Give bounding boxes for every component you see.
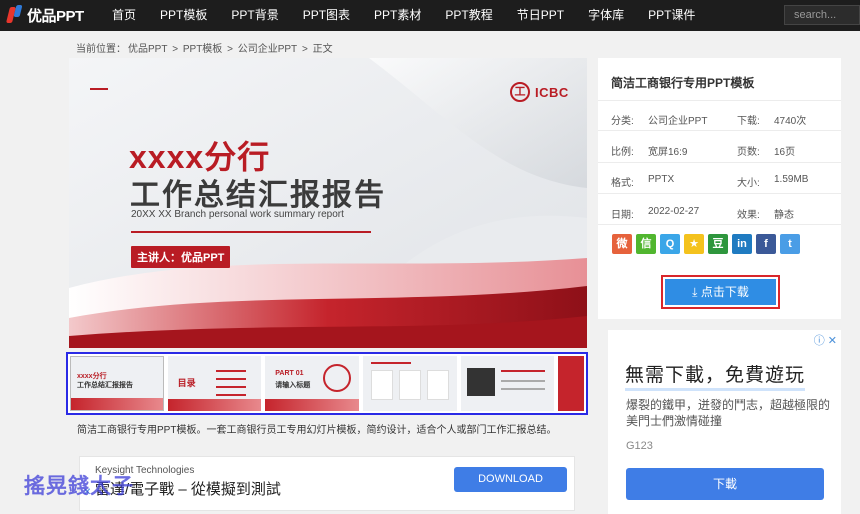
icbc-logo: 工 ICBC [510,82,569,102]
top-navbar: 优品PPT 首页 PPT模板 PPT背景 PPT图表 PPT素材 PPT教程 节… [0,0,860,31]
template-description: 简洁工商银行专用PPT模板。一套工商银行员工专用幻灯片模板，简约设计，适合个人或… [77,425,557,436]
download-button-highlight: ⤓ 点击下载 [661,275,780,309]
share-buttons: 微 信 Q ★ 豆 in f t [612,234,800,254]
nav-item-ppt-courseware[interactable]: PPT课件 [636,0,707,31]
breadcrumb: 当前位置： 优品PPT > PPT模板 > 公司企业PPT > 正文 [76,40,335,55]
twitter-icon[interactable]: t [780,234,800,254]
thumbnail-2[interactable]: 目录 [167,356,262,411]
thumbnail-6[interactable] [558,356,585,411]
logo-mark-icon [6,5,24,25]
ad-download-button[interactable]: DOWNLOAD [454,467,567,492]
breadcrumb-sep: > [301,44,308,55]
qq-icon[interactable]: Q [660,234,680,254]
thumbnail-strip: xxxx分行 工作总结汇报报告 目录 PART 01 请输入标题 [66,352,588,415]
slide-preview[interactable]: 工 ICBC xxxx分行 工作总结汇报报告 20XX XX Branch pe… [69,58,587,348]
slide-presenter-badge: 主讲人：优品PPT [131,246,231,268]
ad-info-icon[interactable]: ⓘ ✕ [814,332,837,348]
nav-item-ppt-templates[interactable]: PPT模板 [148,0,219,31]
breadcrumb-ppt-templates[interactable]: PPT模板 [183,44,222,55]
icbc-logo-text: ICBC [535,84,569,100]
thumb2-toc: 目录 [177,378,196,388]
icbc-emblem-icon: 工 [510,82,530,102]
ad-right-advertiser: G123 [626,440,653,452]
thumb1-title-main: 工作总结汇报报告 [77,382,133,389]
nav-item-home[interactable]: 首页 [100,0,148,31]
linkedin-icon[interactable]: in [732,234,752,254]
download-icon: ⤓ [692,285,701,299]
thumb3-part: PART 01 [275,370,304,377]
breadcrumb-prefix: 当前位置： [76,44,126,55]
slide-subtitle-en: 20XX XX Branch personal work summary rep… [131,209,344,220]
nav-item-ppt-backgrounds[interactable]: PPT背景 [219,0,290,31]
thumbnail-4[interactable] [362,356,457,411]
weibo-icon[interactable]: 微 [612,234,632,254]
thumb5-image [466,368,495,396]
facebook-icon[interactable]: f [756,234,776,254]
breadcrumb-sep: > [172,44,179,55]
breadcrumb-current: 正文 [312,44,333,55]
wechat-icon[interactable]: 信 [636,234,656,254]
ad-right-body: 爆裂的鐵甲，迸發的鬥志，超越極限的美門士們激情碰撞 [626,398,831,428]
download-button-label: 点击下载 [700,285,749,299]
nav-item-fonts[interactable]: 字体库 [576,0,636,31]
nav-item-holiday-ppt[interactable]: 节日PPT [505,0,576,31]
ad-banner-right[interactable]: ⓘ ✕ 無需下載，免費遊玩 爆裂的鐵甲，迸發的鬥志，超越極限的美門士們激情碰撞 … [608,330,841,514]
logo-text: 优品PPT [27,7,84,25]
main-nav: 首页 PPT模板 PPT背景 PPT图表 PPT素材 PPT教程 节日PPT 字… [100,0,707,31]
thumb3-title: 请输入标题 [275,382,311,389]
ad-right-headline[interactable]: 無需下載，免費遊玩 [625,360,806,391]
thumb3-emblem-icon [323,364,352,392]
douban-icon[interactable]: 豆 [708,234,728,254]
thumbnail-1[interactable]: xxxx分行 工作总结汇报报告 [70,356,164,411]
breadcrumb-sep: > [227,44,233,55]
nav-item-ppt-tutorials[interactable]: PPT教程 [433,0,504,31]
search-input[interactable]: search... [784,5,860,25]
site-logo[interactable]: 优品PPT [6,4,84,26]
breadcrumb-category[interactable]: 公司企业PPT [238,44,297,55]
thumbnail-3[interactable]: PART 01 请输入标题 [265,356,359,411]
thumbnail-5[interactable] [460,356,555,411]
ad-banner-left[interactable]: Keysight Technologies 雷達/電子戰 – 從模擬到測試 DO… [79,456,575,511]
slide-divider [131,231,371,233]
template-title: 简洁工商银行专用PPT模板 [611,76,755,90]
breadcrumb-home[interactable]: 优品PPT [128,44,167,55]
download-button[interactable]: ⤓ 点击下载 [665,279,776,305]
slide-title-main: 工作总结汇报报告 [130,179,386,212]
ad-right-download-button[interactable]: 下載 [626,468,824,500]
qzone-icon[interactable]: ★ [684,234,704,254]
nav-item-ppt-charts[interactable]: PPT图表 [291,0,362,31]
watermark-text: 搖晃錢太子 [24,475,134,498]
template-info-card: 简洁工商银行专用PPT模板 分类: 公司企业PPT 下载: 4740次 比例: 宽屏1… [598,58,841,319]
slide-accent-dash [90,88,108,90]
nav-item-ppt-materials[interactable]: PPT素材 [362,0,433,31]
